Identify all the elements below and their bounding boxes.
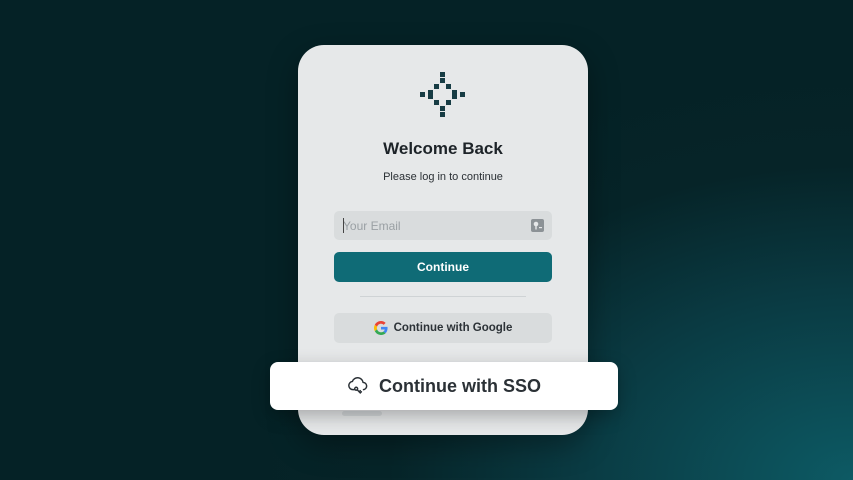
sparkle-logo-icon [420,72,465,117]
continue-button[interactable]: Continue [334,252,552,282]
page-subtitle: Please log in to continue [383,171,503,183]
email-field-wrapper [334,211,552,240]
cloud-sso-icon [348,377,368,394]
page-title: Welcome Back [383,139,503,158]
sso-button[interactable]: Continue with SSO [270,362,618,410]
email-field[interactable] [334,211,552,240]
google-signin-button[interactable]: Continue with Google [334,313,552,343]
sso-button-label: Continue with SSO [379,375,541,396]
text-caret [343,218,344,233]
key-icon[interactable] [531,219,544,232]
google-button-label: Continue with Google [393,322,513,334]
google-icon [373,321,388,335]
faded-placeholder-row [342,411,382,416]
divider [360,296,526,297]
